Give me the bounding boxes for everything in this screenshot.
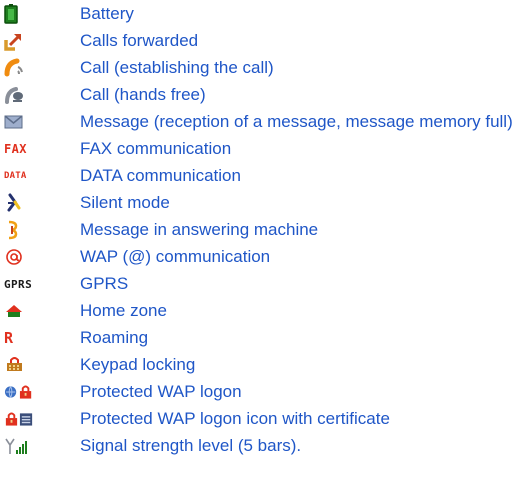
legend-row-protected-wap-logon: Protected WAP logon (0, 378, 513, 405)
legend-row-gprs: GPRS GPRS (0, 270, 513, 297)
legend-row-keypad-locking: Keypad locking (0, 351, 513, 378)
legend-label: Roaming (80, 328, 149, 347)
legend-label: Protected WAP logon (80, 382, 242, 401)
legend-label: Calls forwarded (80, 31, 199, 50)
legend-row-silent-mode: Silent mode (0, 189, 513, 216)
legend-row-data: DATA DATA communication (0, 162, 513, 189)
legend-label: Call (hands free) (80, 85, 206, 104)
legend-row-protected-wap-certificate: Protected WAP logon icon with certificat… (0, 405, 513, 432)
legend-label: Message (reception of a message, message… (80, 112, 513, 131)
legend-row-answering-machine: Message in answering machine (0, 216, 513, 243)
data-icon: DATA (4, 166, 34, 186)
call-hands-free-icon (4, 85, 34, 105)
legend-row-call-hands-free: Call (hands free) (0, 81, 513, 108)
legend-label: Signal strength level (5 bars). (80, 436, 302, 455)
protected-wap-certificate-icon (4, 409, 34, 429)
legend-row-wap: WAP (@) communication (0, 243, 513, 270)
legend-row-fax: FAX FAX communication (0, 135, 513, 162)
fax-icon: FAX (4, 139, 34, 159)
home-zone-icon (4, 301, 34, 321)
legend-label: DATA communication (80, 166, 241, 185)
answering-machine-icon (4, 220, 34, 240)
gprs-icon: GPRS (4, 274, 34, 294)
legend-row-call-establishing: Call (establishing the call) (0, 54, 513, 81)
roaming-icon-text: R (4, 328, 14, 347)
calls-forwarded-icon (4, 31, 34, 51)
legend-label: Silent mode (80, 193, 170, 212)
legend-label: Battery (80, 4, 134, 23)
legend-label: GPRS (80, 274, 129, 293)
fax-icon-text: FAX (4, 142, 27, 156)
wap-at-icon (4, 247, 34, 267)
signal-strength-icon (4, 436, 34, 456)
legend-label: FAX communication (80, 139, 232, 158)
legend-label: Call (establishing the call) (80, 58, 274, 77)
legend-label: Keypad locking (80, 355, 196, 374)
protected-wap-logon-icon (4, 382, 34, 402)
legend-label: WAP (@) communication (80, 247, 271, 266)
legend-row-calls-forwarded: Calls forwarded (0, 27, 513, 54)
roaming-icon: R (4, 328, 34, 348)
legend-label: Message in answering machine (80, 220, 319, 239)
legend-row-message: Message (reception of a message, message… (0, 108, 513, 135)
legend-label: Home zone (80, 301, 167, 320)
legend-label: Protected WAP logon icon with certificat… (80, 409, 390, 428)
battery-icon (4, 4, 34, 24)
legend-row-roaming: R Roaming (0, 324, 513, 351)
legend-row-home-zone: Home zone (0, 297, 513, 324)
legend-row-signal-strength: Signal strength level (5 bars). (0, 432, 513, 459)
message-envelope-icon (4, 112, 34, 132)
silent-mode-icon (4, 193, 34, 213)
keypad-lock-icon (4, 355, 34, 375)
data-icon-text: DATA (4, 170, 27, 181)
gprs-icon-text: GPRS (4, 277, 33, 291)
call-establishing-icon (4, 58, 34, 78)
legend-row-battery: Battery (0, 0, 513, 27)
